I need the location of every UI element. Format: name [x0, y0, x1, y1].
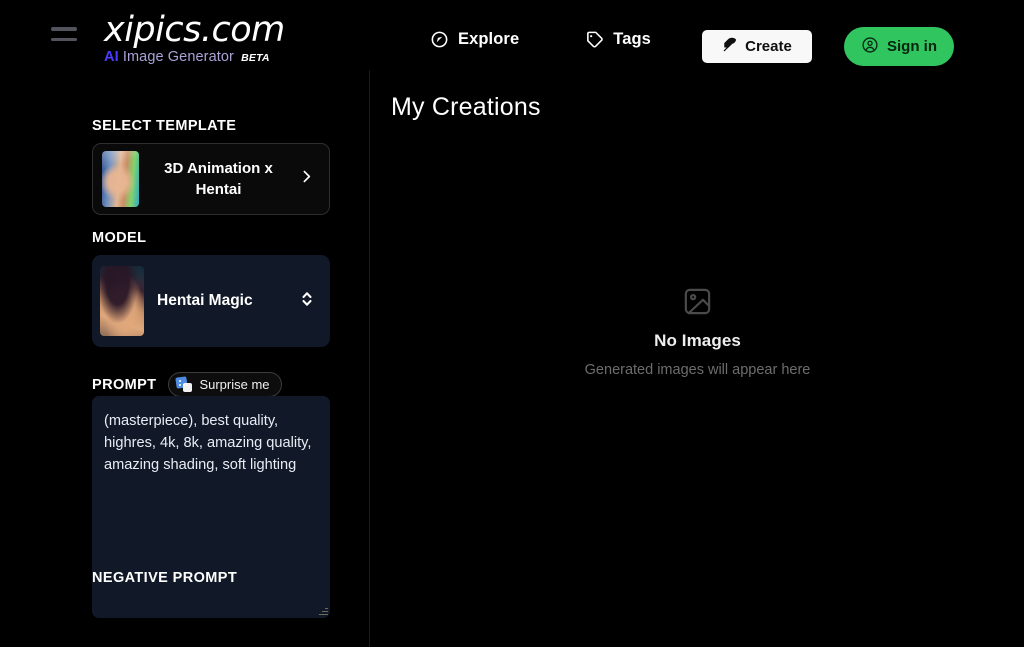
hamburger-bar	[51, 37, 77, 41]
compass-icon	[430, 30, 449, 49]
sidebar-panel: SELECT TEMPLATE 3D Animation x Hentai MO…	[0, 70, 370, 647]
page-title: My Creations	[391, 93, 541, 121]
surprise-me-label: Surprise me	[199, 377, 270, 392]
tag-icon	[585, 30, 604, 49]
app-root: xipics.com AI Image Generator BETA Explo…	[0, 0, 1024, 647]
chevron-up-down-icon	[300, 289, 314, 314]
negative-prompt-label: NEGATIVE PROMPT	[92, 570, 238, 586]
nav-item-tags[interactable]: Tags	[585, 30, 651, 49]
prompt-resize-handle[interactable]	[319, 607, 328, 616]
user-circle-icon	[861, 36, 879, 58]
empty-state: No Images Generated images will appear h…	[371, 286, 1024, 378]
hamburger-icon[interactable]	[51, 24, 77, 44]
dice-icon	[175, 376, 193, 392]
main-nav: Explore Tags	[430, 30, 651, 49]
brand-generator-text: Image Generator	[122, 49, 234, 65]
nav-label-tags: Tags	[613, 30, 651, 48]
model-thumbnail	[100, 266, 144, 336]
template-thumbnail	[102, 151, 139, 207]
prompt-header: PROMPT Surprise me	[92, 372, 282, 397]
model-label: MODEL	[92, 230, 147, 246]
select-template-label: SELECT TEMPLATE	[92, 118, 237, 134]
brand-beta-badge: BETA	[241, 52, 270, 64]
prompt-label: PROMPT	[92, 376, 157, 393]
create-button-label: Create	[745, 38, 792, 55]
create-button[interactable]: Create	[702, 30, 812, 63]
brand-title: xipics.com	[104, 10, 285, 50]
empty-state-title: No Images	[654, 331, 741, 350]
brand-ai-text: AI	[104, 49, 119, 65]
main-content: My Creations No Images Generated images …	[371, 70, 1024, 647]
feather-icon	[722, 37, 738, 57]
brand-logo[interactable]: xipics.com AI Image Generator BETA	[104, 11, 334, 67]
model-name: Hentai Magic	[157, 292, 253, 309]
surprise-me-button[interactable]: Surprise me	[168, 372, 282, 397]
sign-in-button-label: Sign in	[887, 38, 937, 55]
sign-in-button[interactable]: Sign in	[844, 27, 954, 66]
brand-subtitle: AI Image Generator BETA	[104, 48, 334, 67]
nav-label-explore: Explore	[458, 30, 520, 48]
hamburger-bar	[51, 27, 77, 31]
template-selector[interactable]: 3D Animation x Hentai	[92, 143, 330, 215]
nav-item-explore[interactable]: Explore	[430, 30, 519, 49]
empty-state-subtitle: Generated images will appear here	[584, 362, 811, 378]
model-selector[interactable]: Hentai Magic	[92, 255, 330, 347]
chevron-right-icon	[298, 168, 315, 190]
template-name: 3D Animation x Hentai	[164, 160, 273, 198]
image-placeholder-icon	[682, 286, 713, 322]
